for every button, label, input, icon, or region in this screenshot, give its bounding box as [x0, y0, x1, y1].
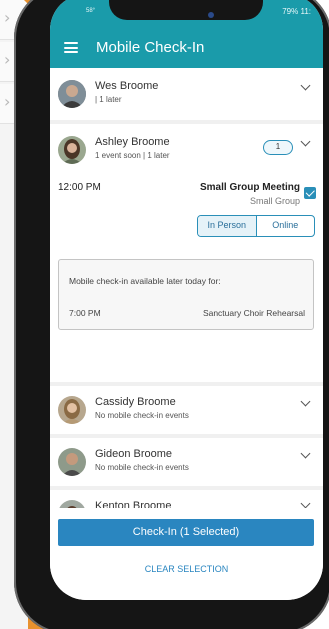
event-name: Small Group Meeting [199, 182, 300, 193]
avatar [58, 396, 86, 424]
online-option[interactable]: Online [257, 216, 315, 236]
in-person-option[interactable]: In Person [198, 216, 257, 236]
app-header: Mobile Check-In [50, 28, 323, 68]
person-name: Ashley Broome [95, 136, 170, 148]
action-footer: Check-In (1 Selected) CLEAR SELECTION [50, 508, 323, 600]
phone-screen: 58° 79% 11: Mobile Check-In Wes Broome |… [50, 0, 323, 600]
chevron-down-icon[interactable] [300, 396, 311, 407]
person-row-kenton[interactable]: Kenton Broome [50, 490, 323, 508]
people-list[interactable]: Wes Broome | 1 later Ashley Broome 1 eve… [50, 68, 323, 508]
avatar [58, 80, 86, 108]
chevron-right-icon: › [4, 50, 11, 69]
event-count-badge: 1 [263, 140, 293, 155]
later-events-box: Mobile check-in available later today fo… [58, 259, 314, 330]
camera-icon [208, 12, 214, 18]
event-type: Small Group [249, 196, 300, 206]
person-row-cassidy[interactable]: Cassidy Broome No mobile check-in events [50, 386, 323, 434]
later-event-time: 7:00 PM [69, 308, 101, 318]
person-row-gideon[interactable]: Gideon Broome No mobile check-in events [50, 438, 323, 486]
person-name: Cassidy Broome [95, 396, 176, 408]
clear-selection-button[interactable]: CLEAR SELECTION [50, 564, 323, 574]
attendance-toggle[interactable]: In Person Online [197, 215, 315, 237]
later-heading: Mobile check-in available later today fo… [69, 276, 221, 286]
menu-icon[interactable] [64, 42, 78, 53]
chevron-up-icon[interactable] [300, 136, 311, 147]
person-subtitle: | 1 later [95, 95, 122, 104]
phone-frame: 58° 79% 11: Mobile Check-In Wes Broome |… [14, 0, 329, 629]
avatar [58, 136, 86, 164]
avatar [58, 448, 86, 476]
page-title: Mobile Check-In [96, 39, 205, 56]
phone-notch [109, 0, 263, 20]
chevron-down-icon[interactable] [300, 448, 311, 459]
chevron-right-icon: › [4, 8, 11, 27]
person-subtitle: No mobile check-in events [95, 463, 189, 472]
person-name: Gideon Broome [95, 448, 173, 460]
check-in-button[interactable]: Check-In (1 Selected) [58, 519, 314, 546]
later-event-name: Sanctuary Choir Rehearsal [202, 308, 305, 318]
battery-status: 79% 11: [282, 7, 311, 16]
chevron-down-icon[interactable] [300, 80, 311, 91]
chevron-right-icon: › [4, 92, 11, 111]
avatar [58, 500, 86, 508]
person-row-ashley[interactable]: Ashley Broome 1 event soon | 1 later 1 1… [50, 124, 323, 382]
person-name: Wes Broome [95, 80, 159, 92]
person-name: Kenton Broome [95, 500, 172, 508]
person-subtitle: 1 event soon | 1 later [95, 151, 170, 160]
event-time: 12:00 PM [58, 182, 101, 193]
person-subtitle: No mobile check-in events [95, 411, 189, 420]
event-checkbox[interactable] [304, 187, 316, 199]
chevron-down-icon[interactable] [300, 498, 311, 508]
status-time: 58° [86, 8, 96, 14]
person-row-wes[interactable]: Wes Broome | 1 later [50, 68, 323, 120]
